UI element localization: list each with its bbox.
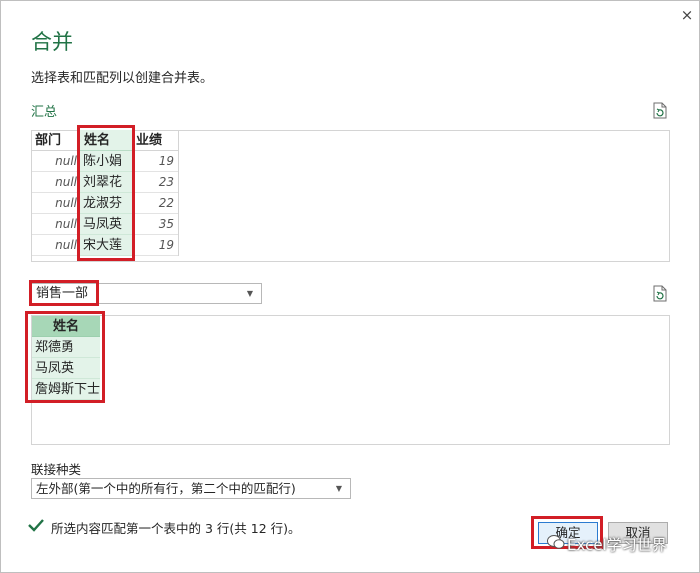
- chevron-down-icon: ▼: [335, 484, 342, 493]
- table-cell: null: [32, 235, 80, 256]
- table-cell: 22: [133, 193, 178, 214]
- table-cell: null: [32, 151, 80, 172]
- check-icon: [28, 519, 44, 532]
- column-dept[interactable]: 部门 null null null null null: [32, 130, 80, 256]
- table-cell: null: [32, 193, 80, 214]
- refresh-icon[interactable]: [653, 102, 667, 119]
- table-cell: null: [32, 172, 80, 193]
- watermark-text: Excel学习世界: [567, 536, 667, 554]
- table-cell: 23: [133, 172, 178, 193]
- highlight-box: [77, 125, 135, 261]
- join-kind-select-value: 左外部(第一个中的所有行，第二个中的匹配行): [36, 481, 296, 496]
- highlight-box: [25, 311, 105, 403]
- join-kind-select[interactable]: 左外部(第一个中的所有行，第二个中的匹配行) ▼: [31, 478, 351, 499]
- table-cell: 35: [133, 214, 178, 235]
- chevron-down-icon: ▼: [246, 289, 253, 298]
- column-header-perf[interactable]: 业绩: [133, 130, 178, 151]
- close-button[interactable]: ×: [677, 5, 697, 25]
- highlight-box: [29, 280, 99, 306]
- table-cell: 19: [133, 151, 178, 172]
- table-cell: null: [32, 214, 80, 235]
- column-perf[interactable]: 业绩 19 23 22 35 19: [133, 130, 179, 256]
- dialog-title: 合并: [31, 30, 73, 54]
- wechat-icon: [547, 535, 565, 549]
- second-table-preview: [31, 315, 670, 445]
- refresh-icon[interactable]: [653, 285, 667, 302]
- merge-dialog: × 合并 选择表和匹配列以创建合并表。 汇总 部门 null null null…: [0, 0, 700, 573]
- first-table-label: 汇总: [31, 105, 58, 120]
- join-kind-label: 联接种类: [31, 462, 82, 477]
- table-cell: 19: [133, 235, 178, 256]
- dialog-description: 选择表和匹配列以创建合并表。: [31, 71, 214, 86]
- match-status-text: 所选内容匹配第一个表中的 3 行(共 12 行)。: [51, 521, 301, 536]
- column-header-dept[interactable]: 部门: [32, 130, 80, 151]
